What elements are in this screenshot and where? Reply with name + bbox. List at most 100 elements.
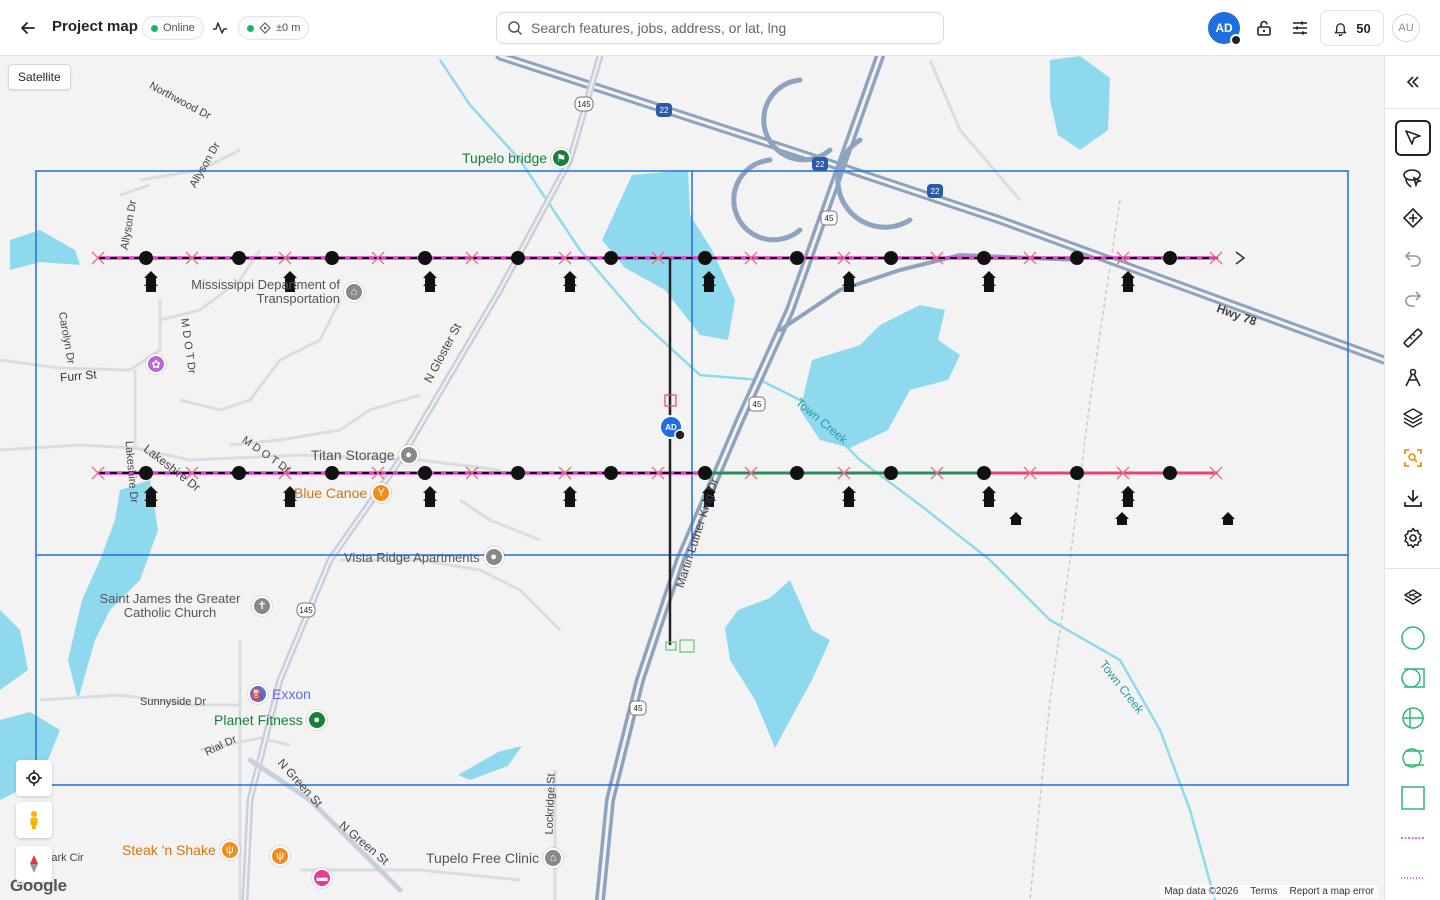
lock-button[interactable] (1250, 14, 1278, 42)
map-canvas[interactable]: 145 22 22 22 45 45 45 145 AD Satellite N… (0, 56, 1384, 900)
select-tool-button[interactable] (1395, 120, 1431, 156)
terms-link[interactable]: Terms (1250, 886, 1277, 897)
filters-button[interactable] (1286, 14, 1314, 42)
settings-button[interactable] (1395, 520, 1431, 556)
map-base: 145 22 22 22 45 45 45 145 AD (0, 56, 1384, 900)
node-marker[interactable] (604, 466, 618, 480)
hiker-icon: ⚑ (551, 148, 572, 168)
lasso-tool-button[interactable] (1395, 160, 1431, 196)
poi-purple-icon[interactable]: ✿ (146, 354, 166, 374)
shape-tool-3-button[interactable] (1395, 740, 1431, 776)
node-marker[interactable] (698, 251, 712, 265)
poi-titan-storage[interactable]: Titan Storage ● (311, 445, 419, 465)
my-location-button[interactable] (16, 760, 52, 796)
node-marker[interactable] (884, 251, 898, 265)
poi-tupelo-bridge[interactable]: Tupelo bridge ⚑ (462, 148, 572, 168)
focus-button[interactable] (1395, 440, 1431, 476)
measure-button[interactable] (1395, 320, 1431, 356)
add-node-icon (1402, 207, 1424, 229)
layer-stack-button[interactable] (1395, 580, 1431, 616)
satellite-toggle[interactable]: Satellite (8, 64, 71, 90)
back-button[interactable] (14, 14, 42, 42)
collapse-button[interactable] (1395, 64, 1431, 100)
node-marker[interactable] (790, 251, 804, 265)
lake-northeast (1050, 56, 1110, 150)
poi-planet-fitness[interactable]: Planet Fitness ● (214, 710, 327, 730)
status-badge: Online (142, 16, 204, 40)
circle-tool-button[interactable] (1395, 620, 1431, 656)
poi-steak-n-shake[interactable]: Steak 'n Shake ψ (122, 840, 240, 860)
lasso-select-icon (1403, 169, 1423, 188)
house-icon[interactable] (1221, 512, 1235, 525)
node-marker[interactable] (418, 251, 432, 265)
node-marker[interactable] (511, 466, 525, 480)
node-marker[interactable] (232, 251, 246, 265)
line-style-1-button[interactable] (1395, 820, 1431, 856)
undo-button[interactable] (1395, 240, 1431, 276)
crosshair-icon (259, 22, 271, 34)
account-avatar[interactable]: AU (1392, 14, 1420, 42)
rectangle-tool-button[interactable] (1395, 780, 1431, 816)
activity-button[interactable] (206, 14, 234, 42)
shape-tool-2-icon (1402, 707, 1424, 729)
settings-icon (1404, 527, 1422, 549)
node-marker[interactable] (232, 466, 246, 480)
house-icon[interactable] (1009, 512, 1023, 525)
node-marker[interactable] (1070, 466, 1084, 480)
add-node-button[interactable] (1395, 200, 1431, 236)
user-initials: AD (1215, 21, 1233, 35)
lake-farwest (0, 610, 28, 690)
node-marker[interactable] (1163, 466, 1177, 480)
food-icon[interactable]: ψ (270, 846, 290, 866)
select-pointer-icon (1405, 130, 1421, 145)
user-avatar[interactable]: AD (1208, 12, 1242, 46)
line-style-2-button[interactable] (1395, 860, 1431, 896)
report-error-link[interactable]: Report a map error (1290, 886, 1374, 897)
node-marker[interactable] (325, 466, 339, 480)
poi-saint-james[interactable]: Saint James the Greater Catholic Church … (92, 592, 272, 620)
node-marker[interactable] (511, 251, 525, 265)
shield-145: 145 (577, 100, 591, 109)
poi-vista-ridge[interactable]: Vista Ridge Apartments ● (344, 547, 504, 567)
layers-button[interactable] (1395, 400, 1431, 436)
poi-exxon[interactable]: ⛽ Exxon (248, 684, 311, 704)
svg-text:145: 145 (299, 606, 313, 615)
node-marker[interactable] (418, 466, 432, 480)
house-icon[interactable] (1115, 512, 1129, 525)
redo-button[interactable] (1395, 280, 1431, 316)
map-data-text: Map data ©2026 (1164, 886, 1239, 897)
compass-icon (30, 855, 38, 873)
node-marker[interactable] (977, 251, 991, 265)
sliders-icon (1293, 21, 1307, 35)
node-marker[interactable] (884, 466, 898, 480)
shape-tool-2-button[interactable] (1395, 700, 1431, 736)
node-marker[interactable] (977, 466, 991, 480)
node-marker[interactable] (139, 466, 153, 480)
hotel-icon[interactable]: ▬ (312, 868, 332, 888)
node-marker[interactable] (1163, 251, 1177, 265)
search-box[interactable] (496, 12, 944, 44)
compass-button[interactable] (16, 846, 52, 882)
clinic-icon: ⌂ (543, 848, 564, 868)
svg-text:45: 45 (753, 400, 762, 409)
search-input[interactable] (531, 20, 931, 36)
notifications-button[interactable]: 50 (1320, 10, 1384, 46)
node-marker[interactable] (139, 251, 153, 265)
node-marker[interactable] (1070, 251, 1084, 265)
lake-northwest (10, 230, 80, 270)
poi-tupelo-free-clinic[interactable]: Tupelo Free Clinic ⌂ (426, 848, 564, 868)
draw-line-icon (1405, 368, 1421, 387)
layers-icon (1403, 408, 1423, 428)
fuel-icon: ⛽ (248, 684, 268, 704)
draw-line-button[interactable] (1395, 360, 1431, 396)
cross-icon: ✝ (252, 596, 272, 616)
shape-tool-1-button[interactable] (1395, 660, 1431, 696)
node-marker[interactable] (790, 466, 804, 480)
gps-accuracy-badge[interactable]: ±0 m (238, 16, 310, 40)
node-marker[interactable] (604, 251, 618, 265)
street-view-button[interactable] (16, 802, 52, 838)
download-button[interactable] (1395, 480, 1431, 516)
node-marker[interactable] (325, 251, 339, 265)
poi-blue-canoe[interactable]: Blue Canoe Y (294, 483, 392, 503)
poi-mdot[interactable]: Mississippi Department of Transportation… (190, 278, 364, 306)
